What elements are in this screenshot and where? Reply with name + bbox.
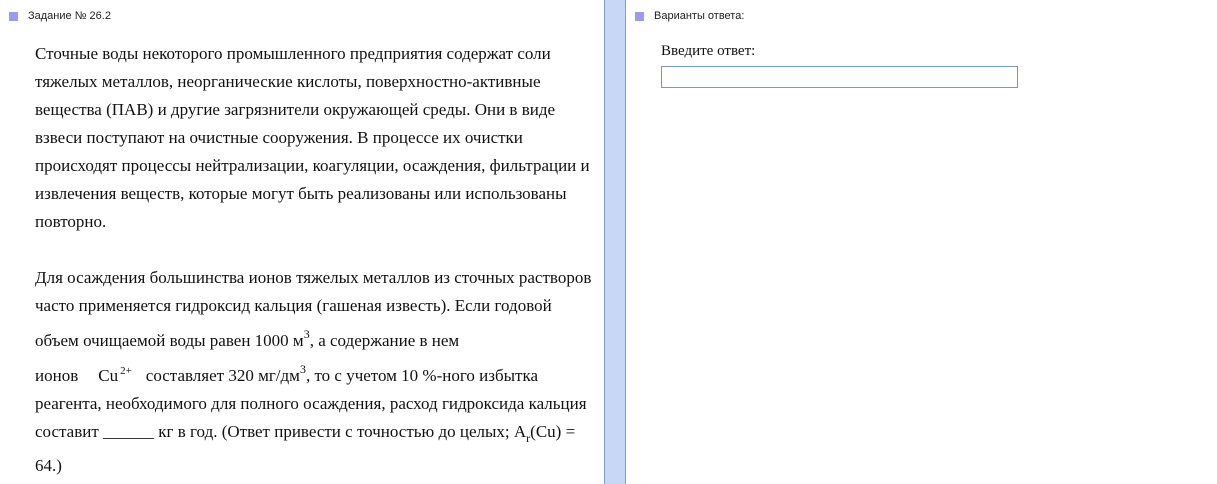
answer-label: Введите ответ:	[661, 43, 756, 59]
header-bullet-icon	[635, 11, 644, 21]
answer-blank: ______	[103, 422, 154, 441]
answers-header: Варианты ответа:	[635, 9, 744, 23]
task-header-title: Задание № 26.2	[28, 10, 111, 22]
question-paragraph-1: Сточные воды некоторого промышленного пр…	[35, 44, 590, 231]
answers-header-title: Варианты ответа:	[654, 10, 745, 22]
question-text-part: составляет 320 мг/дм	[145, 366, 300, 385]
panel-splitter[interactable]	[604, 0, 626, 484]
header-bullet-icon	[9, 11, 18, 21]
answer-input[interactable]	[661, 66, 1018, 88]
question-text: Сточные воды некоторого промышленного пр…	[35, 40, 595, 480]
question-paragraph-2: Для осаждения большинства ионов тяжелых …	[35, 264, 595, 480]
ion-charge: 2+	[120, 365, 132, 378]
question-text-part: кг в год. (Ответ привести с точностью до…	[154, 422, 527, 441]
ion-symbol: Cu	[98, 366, 119, 385]
ion-formula: Cu 2+	[98, 365, 146, 385]
task-header: Задание № 26.2	[9, 9, 111, 23]
